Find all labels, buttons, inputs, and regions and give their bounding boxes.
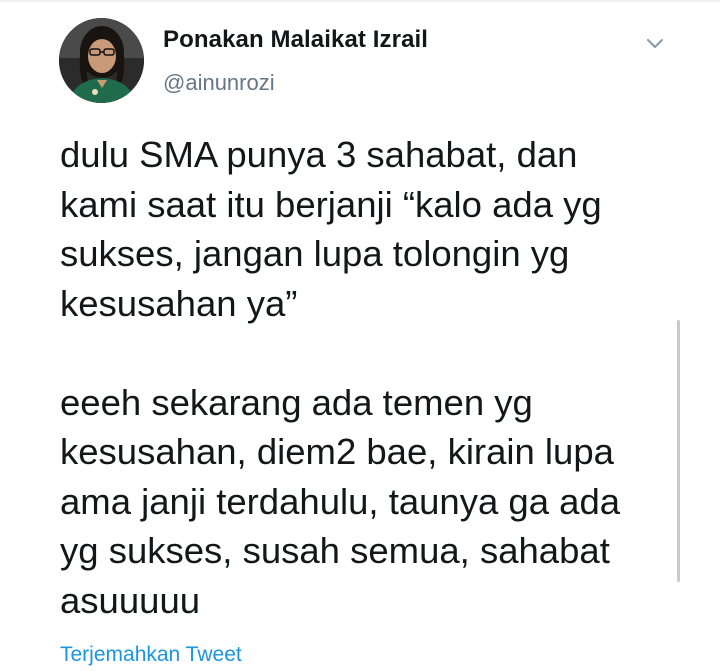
display-name[interactable]: Ponakan Malaikat Izrail — [163, 26, 428, 54]
avatar[interactable] — [59, 18, 144, 103]
avatar-image — [59, 18, 144, 103]
scrollbar[interactable] — [677, 320, 680, 582]
tweet-card: Ponakan Malaikat Izrail @ainunrozi dulu … — [0, 0, 720, 671]
top-divider — [0, 0, 720, 2]
chevron-down-icon[interactable] — [644, 32, 666, 54]
user-handle[interactable]: @ainunrozi — [163, 70, 275, 96]
tweet-text: dulu SMA punya 3 sahabat, dan kami saat … — [60, 134, 621, 621]
translate-tweet-link[interactable]: Terjemahkan Tweet — [60, 643, 242, 667]
